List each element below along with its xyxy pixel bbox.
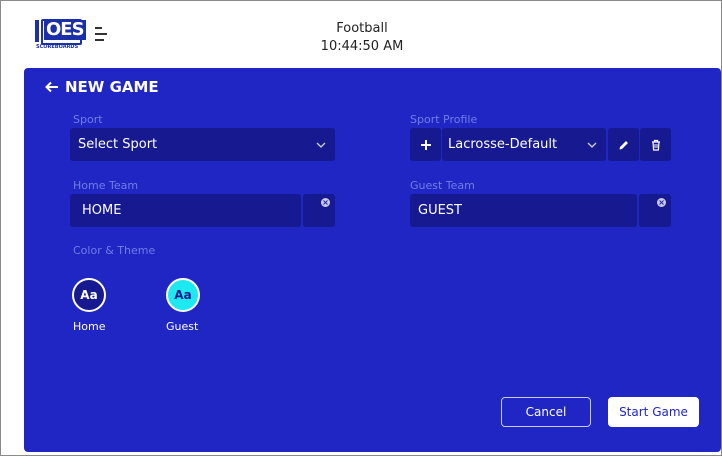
- sport-select[interactable]: Select Sport: [70, 128, 335, 161]
- start-game-button[interactable]: Start Game: [608, 397, 699, 427]
- clear-home-button[interactable]: [303, 194, 335, 227]
- guest-team-input[interactable]: GUEST: [410, 194, 637, 227]
- arrow-left-icon: [45, 81, 58, 93]
- chevron-down-icon: [587, 142, 597, 148]
- home-team-input[interactable]: HOME: [70, 194, 301, 227]
- back-button[interactable]: NEW GAME: [45, 78, 159, 96]
- clear-guest-button[interactable]: [639, 194, 671, 227]
- trash-icon: [651, 139, 660, 151]
- sport-profile-select[interactable]: Lacrosse-Default: [442, 128, 606, 161]
- home-theme-label: Home: [73, 320, 106, 333]
- sport-label: Sport: [73, 113, 103, 126]
- guest-theme-swatch[interactable]: Aa: [166, 278, 200, 312]
- pencil-icon: [619, 140, 628, 149]
- add-profile-button[interactable]: [410, 128, 441, 161]
- sport-profile-label: Sport Profile: [410, 113, 478, 126]
- close-icon: [657, 198, 666, 207]
- color-theme-label: Color & Theme: [73, 244, 156, 257]
- app-window: OES SCOREBOARDS Football 10:44:50 AM NEW…: [0, 0, 722, 456]
- home-theme-swatch[interactable]: Aa: [72, 278, 106, 312]
- chevron-down-icon: [316, 142, 326, 148]
- page-title: NEW GAME: [65, 78, 159, 96]
- home-team-label: Home Team: [73, 179, 139, 192]
- close-icon: [321, 198, 330, 207]
- new-game-panel: NEW GAME Sport Select Sport Sport Profil…: [24, 68, 721, 452]
- guest-theme-label: Guest: [166, 320, 199, 333]
- edit-profile-button[interactable]: [608, 128, 639, 161]
- sport-title: Football: [336, 21, 388, 36]
- guest-team-label: Guest Team: [410, 179, 475, 192]
- cancel-button[interactable]: Cancel: [501, 397, 591, 427]
- clock-time: 10:44:50 AM: [320, 39, 404, 54]
- plus-icon: [420, 139, 431, 150]
- delete-profile-button[interactable]: [640, 128, 671, 161]
